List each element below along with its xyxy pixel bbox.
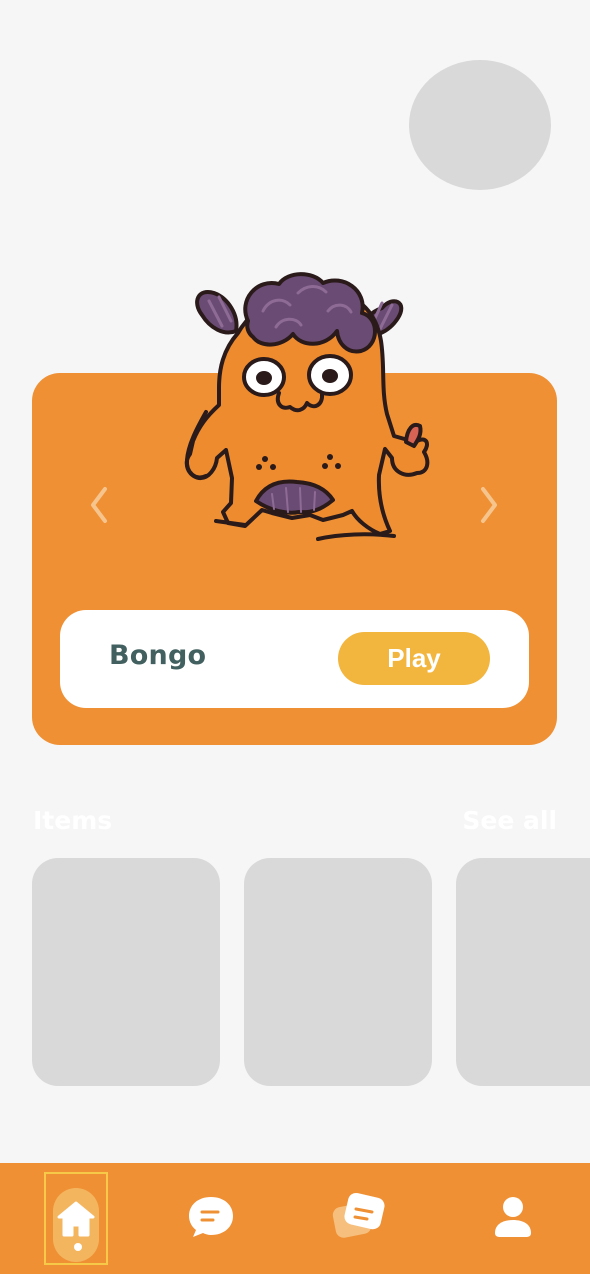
- items-section-title: Items: [33, 806, 113, 835]
- home-icon: [57, 1201, 95, 1236]
- profile-icon: [495, 1196, 531, 1237]
- nav-profile-button[interactable]: [467, 1163, 559, 1268]
- notes-icon: [332, 1192, 385, 1238]
- nav-chat-button[interactable]: [165, 1163, 257, 1268]
- bottom-navigation-bar: [0, 1163, 590, 1274]
- character-name: Bongo: [109, 640, 207, 671]
- character-name-panel: Bongo Play: [60, 610, 529, 708]
- avatar[interactable]: [409, 60, 551, 190]
- monster-character-illustration: [184, 272, 430, 541]
- app-screen: Bongo Play Items See all: [0, 0, 590, 1274]
- chevron-left-icon: [91, 487, 107, 523]
- see-all-link[interactable]: See all: [462, 806, 557, 835]
- previous-arrow-icon[interactable]: [84, 482, 114, 528]
- nav-home-button[interactable]: [44, 1172, 108, 1265]
- item-card[interactable]: [32, 858, 220, 1086]
- active-dot-indicator: [74, 1243, 82, 1251]
- chat-bubble-icon: [189, 1196, 233, 1237]
- item-card[interactable]: [456, 858, 590, 1086]
- play-button[interactable]: Play: [338, 632, 490, 685]
- nav-notes-button[interactable]: [313, 1163, 405, 1268]
- next-arrow-icon[interactable]: [474, 482, 504, 528]
- chevron-right-icon: [481, 487, 497, 523]
- item-card[interactable]: [244, 858, 432, 1086]
